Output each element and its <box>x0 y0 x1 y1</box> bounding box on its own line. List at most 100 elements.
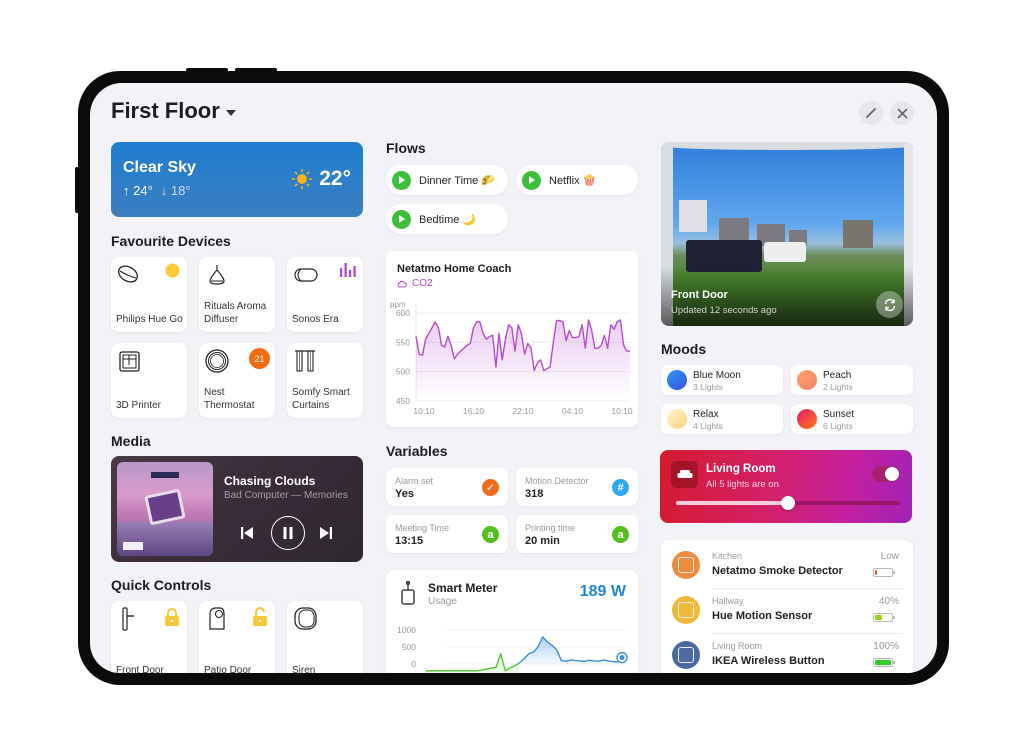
quick-control-tile[interactable]: Siren <box>287 601 363 673</box>
weather-high-low: ↑ 24° ↓ 18° <box>123 183 191 198</box>
mood-button[interactable]: Sunset 6 Lights <box>791 404 913 434</box>
netatmo-title: Netatmo Home Coach <box>397 263 512 275</box>
brightness-slider[interactable] <box>676 496 900 510</box>
weather-temperature-group: 22° <box>291 167 351 191</box>
flow-button[interactable]: Dinner Time 🌮 <box>386 165 508 195</box>
text-icon: a <box>612 526 629 543</box>
room-name: Living Room <box>706 463 776 475</box>
x-tick-label: 04:10 <box>562 406 584 416</box>
variable-label: Printing time <box>525 523 576 533</box>
battery-row[interactable]: Hallway Hue Motion Sensor 40% <box>661 589 913 634</box>
floor-selector[interactable]: First Floor <box>111 98 236 124</box>
media-title: Media <box>111 433 151 449</box>
weather-condition: Clear Sky <box>123 159 196 176</box>
device-tile[interactable]: Rituals Aroma Diffuser <box>199 257 275 332</box>
variables-title: Variables <box>386 443 448 459</box>
siren-icon <box>294 607 317 630</box>
mood-button[interactable]: Blue Moon 3 Lights <box>661 365 783 395</box>
y-tick-label: 500 <box>402 642 416 652</box>
weather-high: ↑ 24° <box>123 183 153 198</box>
refresh-icon <box>884 298 895 311</box>
device-room: Living Room <box>712 641 763 651</box>
quick-control-tile[interactable]: Patio Door <box>199 601 275 673</box>
mood-button[interactable]: Peach 2 Lights <box>791 365 913 395</box>
media-player-card[interactable]: Chasing Clouds Bad Computer — Memories <box>111 456 363 562</box>
number-icon: # <box>612 479 629 496</box>
lamp-icon <box>118 265 138 283</box>
dashboard-screen: First Floor Clear Sky ↑ 24° ↓ 18° 22° Fa… <box>90 83 937 673</box>
battery-icon <box>873 658 895 667</box>
x-tick-label: 22:10 <box>512 406 534 416</box>
netatmo-card[interactable]: Netatmo Home Coach CO2 ppm 450 500 550 600 10… <box>386 251 638 427</box>
weather-card[interactable]: Clear Sky ↑ 24° ↓ 18° 22° <box>111 142 363 217</box>
flow-button[interactable]: Bedtime 🌙 <box>386 204 508 234</box>
smart-meter-title: Smart Meter <box>428 581 498 595</box>
mood-button[interactable]: Relax 4 Lights <box>661 404 783 434</box>
play-icon <box>392 209 411 229</box>
brightness-slider-handle[interactable] <box>781 496 795 510</box>
variable-card[interactable]: Motion Detector 318 # <box>516 468 638 506</box>
camera-feed-card[interactable]: Front Door Updated 12 seconds ago <box>661 142 913 326</box>
variable-card[interactable]: Meeting Time 13:15 a <box>386 515 508 553</box>
wireless-button-icon <box>672 641 700 669</box>
edit-button[interactable] <box>859 101 883 125</box>
variable-card[interactable]: Printing time 20 min a <box>516 515 638 553</box>
variable-value: Yes <box>395 488 414 500</box>
variable-card[interactable]: Alarm set Yes ✓ <box>386 468 508 506</box>
lock-locked-icon[interactable] <box>164 607 180 632</box>
y-tick-label: 450 <box>396 396 410 406</box>
smart-lock-icon <box>209 607 225 630</box>
smoke-detector-icon <box>672 551 700 579</box>
device-label: Somfy Smart Curtains <box>292 387 350 411</box>
pause-button[interactable] <box>271 516 305 550</box>
quick-control-label: Patio Door <box>204 665 252 673</box>
power-usage-chart: 0 500 1000 <box>397 625 628 673</box>
weather-low: ↓ 18° <box>160 183 191 198</box>
flows-title: Flows <box>386 140 426 156</box>
album-art <box>117 462 213 556</box>
netatmo-metric-label: CO2 <box>412 278 433 289</box>
co2-chart: ppm45050055060010:10 16:10 22:10 04:10 10:10 <box>390 300 633 416</box>
play-icon <box>522 170 541 190</box>
battery-row[interactable]: Kitchen Netatmo Smoke Detector Low <box>661 544 913 589</box>
co2-area <box>416 320 630 401</box>
flow-button[interactable]: Netflix 🍿 <box>516 165 638 195</box>
close-button[interactable] <box>890 101 914 125</box>
mood-name: Blue Moon <box>693 370 741 381</box>
device-tile[interactable]: 21 Nest Thermostat <box>199 343 275 418</box>
refresh-button[interactable] <box>876 291 903 318</box>
lock-unlocked-icon[interactable] <box>252 607 268 632</box>
living-room-card[interactable]: Living Room All 5 lights are on <box>660 450 912 523</box>
flow-label: Bedtime 🌙 <box>419 213 477 226</box>
camera-updated: Updated 12 seconds ago <box>671 305 777 316</box>
device-tile[interactable]: Sonos Era <box>287 257 363 332</box>
battery-row[interactable]: Living Room IKEA Wireless Button 100% <box>661 634 913 673</box>
y-tick-label: 550 <box>396 337 410 347</box>
mood-color-swatch <box>797 409 817 429</box>
pencil-icon <box>866 108 876 118</box>
device-label: Sonos Era <box>292 314 339 325</box>
battery-level: Low <box>880 551 899 562</box>
sofa-icon <box>671 461 698 488</box>
room-status: All 5 lights are on <box>706 479 779 490</box>
device-tile[interactable]: 3D Printer <box>111 343 187 418</box>
door-handle-icon <box>122 607 134 631</box>
motion-sensor-icon <box>672 596 700 624</box>
quick-control-label: Siren <box>292 665 316 673</box>
variable-value: 13:15 <box>395 535 424 547</box>
variable-value: 318 <box>525 488 544 500</box>
quick-control-tile[interactable]: Front Door <box>111 601 187 673</box>
weather-temperature: 22° <box>319 167 351 190</box>
page-title: First Floor <box>111 98 220 123</box>
previous-track-button[interactable] <box>241 527 254 542</box>
next-track-button[interactable] <box>319 527 332 542</box>
lights-toggle[interactable] <box>872 466 900 482</box>
y-tick-label: 600 <box>396 308 410 318</box>
variable-value: 20 min <box>525 535 560 547</box>
device-tile[interactable]: Somfy Smart Curtains <box>287 343 363 418</box>
smart-meter-card[interactable]: Smart Meter Usage 189 W 0 500 1000 <box>386 570 638 673</box>
device-tile[interactable]: Philips Hue Go <box>111 257 187 332</box>
device-name: IKEA Wireless Button <box>712 655 825 667</box>
variable-label: Meeting Time <box>395 523 450 533</box>
skip-previous-icon <box>241 527 253 539</box>
